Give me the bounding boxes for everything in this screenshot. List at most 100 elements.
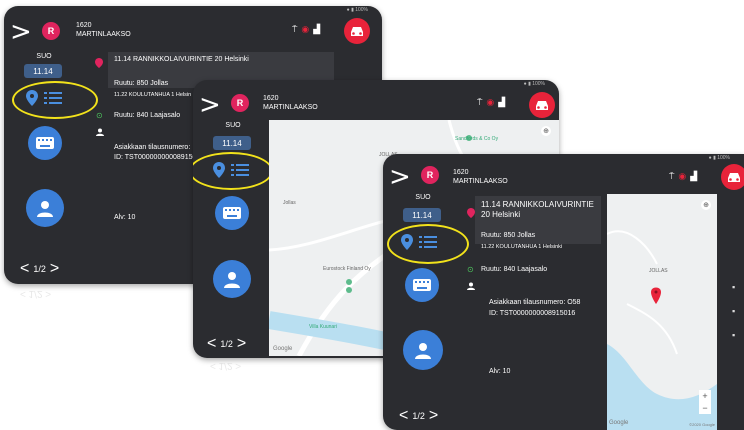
car-alert-button[interactable]: [344, 18, 370, 44]
vehicle-info: 1620 MARTINLAAKSO: [76, 21, 131, 39]
vehicle-number: 1620: [76, 22, 92, 29]
avatar[interactable]: R: [231, 94, 249, 112]
status-bar: ● ▮ 100%: [346, 7, 368, 13]
keyboard-icon: [36, 137, 54, 149]
prev-page-button[interactable]: <: [207, 336, 216, 352]
car-alert-button[interactable]: [529, 92, 555, 118]
vat-label: Alv: 10: [114, 214, 136, 221]
target-icon[interactable]: ◉: [678, 171, 686, 182]
status-bar: ● ▮ 100%: [708, 155, 730, 161]
order-id: ID: TST0000000008915016: [489, 310, 576, 317]
vehicle-number: 1620: [263, 95, 279, 102]
car-icon: [728, 173, 740, 182]
location-pin-icon: [467, 208, 475, 218]
next-page-button[interactable]: >: [50, 261, 59, 277]
pager-reflection: < 1/2 >: [210, 360, 242, 371]
address-text: 11.14 RANNIKKOLAIVURINTIE 20 Helsinki: [114, 56, 249, 63]
page-indicator: 1/2: [33, 264, 46, 274]
locate-icon[interactable]: ⊕: [701, 200, 711, 210]
page-indicator: 1/2: [412, 411, 425, 421]
printer-icon[interactable]: ▪: [732, 306, 735, 316]
person-icon: [224, 272, 240, 288]
antenna-icon[interactable]: ⍑: [669, 171, 674, 182]
direction-label: SUO: [36, 53, 52, 60]
car-alert-button[interactable]: [721, 164, 744, 190]
map-label: Sandfords & Co Oy: [455, 136, 499, 142]
toolbar-icons: ⍑ ◉ ▟: [477, 97, 505, 108]
vehicle-station: MARTINLAAKSO: [76, 31, 131, 38]
taxi-sign-icon[interactable]: ▟: [498, 97, 505, 108]
play-icon[interactable]: ⊙: [96, 111, 103, 120]
tablet-front: ● ▮ 100% > R 1620 MARTINLAAKSO ⍑ ◉ ▟ SUO…: [383, 154, 744, 430]
map-label: Eurostock Finland Oy: [323, 266, 371, 272]
vehicle-info: 1620 MARTINLAAKSO: [263, 94, 318, 112]
map-label: Villa Kuunari: [309, 324, 337, 330]
settings-icon[interactable]: ▪: [732, 330, 735, 340]
zoom-out-button[interactable]: −: [699, 402, 711, 414]
target-icon[interactable]: ◉: [301, 24, 309, 35]
toolbar-icons: ⍑ ◉ ▟: [292, 24, 320, 35]
highlight-ring: [193, 152, 273, 190]
prev-page-button[interactable]: <: [20, 261, 29, 277]
taxi-sign-icon[interactable]: ▟: [690, 171, 697, 182]
forward-chevron-icon[interactable]: >: [10, 19, 32, 45]
side-icons: ▪ ▪ ▪: [732, 282, 735, 340]
route-secondary-text: Ruutu: 840 Laajasalo: [114, 112, 181, 119]
vehicle-station: MARTINLAAKSO: [453, 178, 508, 185]
person-icon: [37, 201, 53, 217]
route-text: Ruutu: 850 Jollas: [114, 80, 169, 87]
avatar[interactable]: R: [421, 166, 439, 184]
order-label: Asiakkaan tilausnumero:: [114, 144, 191, 151]
sub-address-text: 11.22 KOULUTANHUA 1 Helsinki: [481, 244, 563, 250]
google-logo: Google: [609, 420, 629, 426]
zoom-in-button[interactable]: +: [699, 390, 711, 402]
location-pin-icon: [95, 58, 103, 68]
time-badge: 11.14: [403, 208, 441, 222]
status-bar: ● ▮ 100%: [523, 81, 545, 87]
map-copyright: ©2020 Google: [689, 422, 715, 427]
customer-icon: [96, 128, 104, 136]
locate-icon[interactable]: ⊕: [541, 126, 551, 136]
antenna-icon[interactable]: ⍑: [477, 97, 482, 108]
pager: < 1/2 >: [207, 336, 246, 352]
time-badge: 11.14: [213, 136, 251, 150]
pager: < 1/2 >: [20, 261, 59, 277]
forward-chevron-icon[interactable]: >: [389, 164, 411, 190]
direction-label: SUO: [225, 122, 241, 129]
keyboard-icon: [223, 207, 241, 219]
vat-label: Alv: 10: [489, 368, 511, 375]
sub-address-text: 11.22 KOULUTANHUA 1 Helsin: [114, 92, 192, 98]
target-icon[interactable]: ◉: [486, 97, 494, 108]
fuel-icon[interactable]: ▪: [732, 282, 735, 292]
map-label: Jollas: [283, 200, 296, 206]
order-id: ID: TST000000000089150: [114, 154, 197, 161]
map-label: JOLLAS: [649, 268, 668, 274]
route-text: Ruutu: 850 Jollas: [481, 232, 536, 239]
profile-button[interactable]: [403, 330, 443, 370]
keyboard-icon: [413, 279, 431, 291]
antenna-icon[interactable]: ⍑: [292, 24, 297, 35]
profile-button[interactable]: [26, 189, 64, 227]
highlight-ring: [12, 81, 98, 119]
direction-label: SUO: [415, 194, 431, 201]
forward-chevron-icon[interactable]: >: [199, 92, 221, 118]
toolbar-icons: ⍑ ◉ ▟: [669, 171, 697, 182]
vehicle-number: 1620: [453, 169, 469, 176]
zoom-controls: + −: [699, 390, 711, 414]
prev-page-button[interactable]: <: [399, 408, 408, 424]
keyboard-button[interactable]: [215, 196, 249, 230]
next-page-button[interactable]: >: [237, 336, 246, 352]
car-icon: [351, 27, 363, 36]
next-page-button[interactable]: >: [429, 408, 438, 424]
avatar[interactable]: R: [42, 22, 60, 40]
pager: < 1/2 >: [399, 408, 438, 424]
taxi-sign-icon[interactable]: ▟: [313, 24, 320, 35]
order-label: Asiakkaan tilausnumero: O58: [489, 299, 581, 306]
profile-button[interactable]: [213, 260, 251, 298]
keyboard-button[interactable]: [28, 126, 62, 160]
person-icon: [415, 343, 431, 359]
map-view[interactable]: JOLLAS Google ©2020 Google ⊕ + −: [607, 194, 717, 430]
play-icon[interactable]: ⊙: [467, 265, 474, 274]
keyboard-button[interactable]: [405, 268, 439, 302]
vehicle-station: MARTINLAAKSO: [263, 104, 318, 111]
